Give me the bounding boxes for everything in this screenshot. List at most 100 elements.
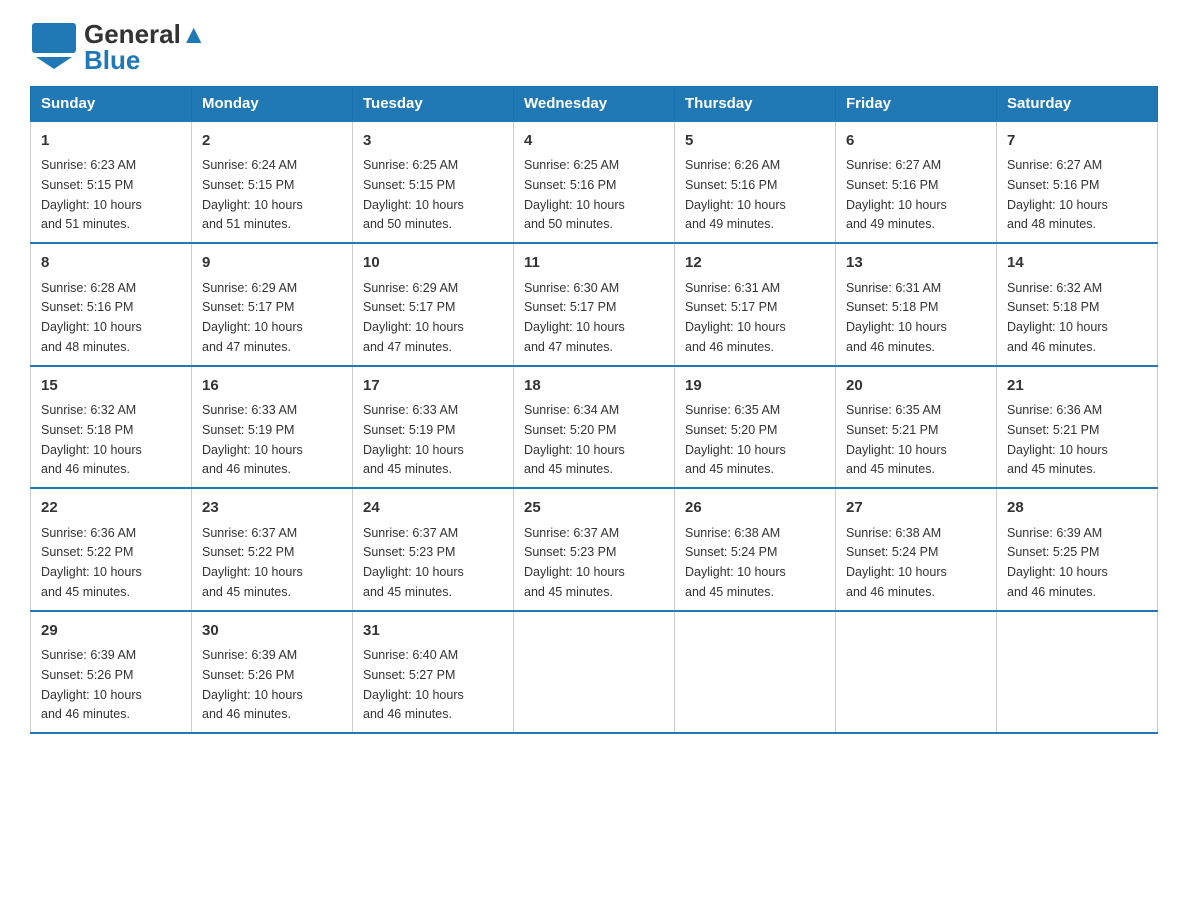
day-number: 26 (685, 497, 825, 520)
day-info: Sunrise: 6:38 AMSunset: 5:24 PMDaylight:… (846, 526, 947, 599)
calendar-body: 1 Sunrise: 6:23 AMSunset: 5:15 PMDayligh… (31, 121, 1158, 734)
logo: General▲ Blue (30, 20, 207, 76)
calendar-week-row: 1 Sunrise: 6:23 AMSunset: 5:15 PMDayligh… (31, 121, 1158, 244)
table-row: 6 Sunrise: 6:27 AMSunset: 5:16 PMDayligh… (836, 121, 997, 244)
day-number: 16 (202, 375, 342, 398)
day-number: 2 (202, 130, 342, 153)
day-number: 15 (41, 375, 181, 398)
day-info: Sunrise: 6:35 AMSunset: 5:21 PMDaylight:… (846, 403, 947, 476)
day-number: 10 (363, 252, 503, 275)
day-info: Sunrise: 6:29 AMSunset: 5:17 PMDaylight:… (202, 281, 303, 354)
day-info: Sunrise: 6:39 AMSunset: 5:25 PMDaylight:… (1007, 526, 1108, 599)
table-row: 5 Sunrise: 6:26 AMSunset: 5:16 PMDayligh… (675, 121, 836, 244)
table-row: 30 Sunrise: 6:39 AMSunset: 5:26 PMDaylig… (192, 611, 353, 734)
day-info: Sunrise: 6:35 AMSunset: 5:20 PMDaylight:… (685, 403, 786, 476)
table-row: 8 Sunrise: 6:28 AMSunset: 5:16 PMDayligh… (31, 243, 192, 366)
day-number: 12 (685, 252, 825, 275)
day-number: 21 (1007, 375, 1147, 398)
table-row: 1 Sunrise: 6:23 AMSunset: 5:15 PMDayligh… (31, 121, 192, 244)
day-number: 20 (846, 375, 986, 398)
table-row: 13 Sunrise: 6:31 AMSunset: 5:18 PMDaylig… (836, 243, 997, 366)
day-number: 9 (202, 252, 342, 275)
day-number: 3 (363, 130, 503, 153)
day-info: Sunrise: 6:24 AMSunset: 5:15 PMDaylight:… (202, 158, 303, 231)
day-number: 19 (685, 375, 825, 398)
day-info: Sunrise: 6:23 AMSunset: 5:15 PMDaylight:… (41, 158, 142, 231)
day-number: 31 (363, 620, 503, 643)
day-number: 25 (524, 497, 664, 520)
table-row: 24 Sunrise: 6:37 AMSunset: 5:23 PMDaylig… (353, 488, 514, 611)
table-row: 4 Sunrise: 6:25 AMSunset: 5:16 PMDayligh… (514, 121, 675, 244)
header-tuesday: Tuesday (353, 86, 514, 121)
day-number: 4 (524, 130, 664, 153)
calendar-table: Sunday Monday Tuesday Wednesday Thursday… (30, 86, 1158, 735)
table-row (997, 611, 1158, 734)
day-number: 22 (41, 497, 181, 520)
calendar-week-row: 15 Sunrise: 6:32 AMSunset: 5:18 PMDaylig… (31, 366, 1158, 489)
logo-icon (30, 21, 78, 74)
day-info: Sunrise: 6:34 AMSunset: 5:20 PMDaylight:… (524, 403, 625, 476)
table-row: 21 Sunrise: 6:36 AMSunset: 5:21 PMDaylig… (997, 366, 1158, 489)
day-info: Sunrise: 6:39 AMSunset: 5:26 PMDaylight:… (202, 648, 303, 721)
day-number: 11 (524, 252, 664, 275)
weekday-header-row: Sunday Monday Tuesday Wednesday Thursday… (31, 86, 1158, 121)
day-number: 13 (846, 252, 986, 275)
table-row: 31 Sunrise: 6:40 AMSunset: 5:27 PMDaylig… (353, 611, 514, 734)
table-row (675, 611, 836, 734)
day-info: Sunrise: 6:32 AMSunset: 5:18 PMDaylight:… (1007, 281, 1108, 354)
day-info: Sunrise: 6:38 AMSunset: 5:24 PMDaylight:… (685, 526, 786, 599)
table-row: 11 Sunrise: 6:30 AMSunset: 5:17 PMDaylig… (514, 243, 675, 366)
page-header: General▲ Blue (30, 20, 1158, 76)
day-info: Sunrise: 6:33 AMSunset: 5:19 PMDaylight:… (202, 403, 303, 476)
day-info: Sunrise: 6:30 AMSunset: 5:17 PMDaylight:… (524, 281, 625, 354)
day-number: 23 (202, 497, 342, 520)
table-row: 25 Sunrise: 6:37 AMSunset: 5:23 PMDaylig… (514, 488, 675, 611)
table-row: 10 Sunrise: 6:29 AMSunset: 5:17 PMDaylig… (353, 243, 514, 366)
table-row: 22 Sunrise: 6:36 AMSunset: 5:22 PMDaylig… (31, 488, 192, 611)
table-row: 7 Sunrise: 6:27 AMSunset: 5:16 PMDayligh… (997, 121, 1158, 244)
header-friday: Friday (836, 86, 997, 121)
day-info: Sunrise: 6:39 AMSunset: 5:26 PMDaylight:… (41, 648, 142, 721)
day-number: 6 (846, 130, 986, 153)
day-info: Sunrise: 6:29 AMSunset: 5:17 PMDaylight:… (363, 281, 464, 354)
day-info: Sunrise: 6:32 AMSunset: 5:18 PMDaylight:… (41, 403, 142, 476)
day-info: Sunrise: 6:37 AMSunset: 5:23 PMDaylight:… (363, 526, 464, 599)
day-number: 24 (363, 497, 503, 520)
day-info: Sunrise: 6:25 AMSunset: 5:15 PMDaylight:… (363, 158, 464, 231)
day-info: Sunrise: 6:26 AMSunset: 5:16 PMDaylight:… (685, 158, 786, 231)
table-row: 18 Sunrise: 6:34 AMSunset: 5:20 PMDaylig… (514, 366, 675, 489)
table-row: 23 Sunrise: 6:37 AMSunset: 5:22 PMDaylig… (192, 488, 353, 611)
day-number: 27 (846, 497, 986, 520)
table-row: 20 Sunrise: 6:35 AMSunset: 5:21 PMDaylig… (836, 366, 997, 489)
calendar-week-row: 8 Sunrise: 6:28 AMSunset: 5:16 PMDayligh… (31, 243, 1158, 366)
table-row: 28 Sunrise: 6:39 AMSunset: 5:25 PMDaylig… (997, 488, 1158, 611)
day-info: Sunrise: 6:37 AMSunset: 5:23 PMDaylight:… (524, 526, 625, 599)
day-info: Sunrise: 6:33 AMSunset: 5:19 PMDaylight:… (363, 403, 464, 476)
day-number: 1 (41, 130, 181, 153)
day-number: 18 (524, 375, 664, 398)
day-info: Sunrise: 6:28 AMSunset: 5:16 PMDaylight:… (41, 281, 142, 354)
header-thursday: Thursday (675, 86, 836, 121)
table-row: 14 Sunrise: 6:32 AMSunset: 5:18 PMDaylig… (997, 243, 1158, 366)
day-info: Sunrise: 6:25 AMSunset: 5:16 PMDaylight:… (524, 158, 625, 231)
day-number: 5 (685, 130, 825, 153)
table-row: 19 Sunrise: 6:35 AMSunset: 5:20 PMDaylig… (675, 366, 836, 489)
day-number: 17 (363, 375, 503, 398)
day-number: 30 (202, 620, 342, 643)
day-info: Sunrise: 6:37 AMSunset: 5:22 PMDaylight:… (202, 526, 303, 599)
day-info: Sunrise: 6:31 AMSunset: 5:18 PMDaylight:… (846, 281, 947, 354)
table-row: 29 Sunrise: 6:39 AMSunset: 5:26 PMDaylig… (31, 611, 192, 734)
day-number: 28 (1007, 497, 1147, 520)
day-info: Sunrise: 6:36 AMSunset: 5:21 PMDaylight:… (1007, 403, 1108, 476)
table-row: 16 Sunrise: 6:33 AMSunset: 5:19 PMDaylig… (192, 366, 353, 489)
table-row (836, 611, 997, 734)
table-row: 26 Sunrise: 6:38 AMSunset: 5:24 PMDaylig… (675, 488, 836, 611)
header-wednesday: Wednesday (514, 86, 675, 121)
table-row: 9 Sunrise: 6:29 AMSunset: 5:17 PMDayligh… (192, 243, 353, 366)
day-number: 14 (1007, 252, 1147, 275)
calendar-week-row: 22 Sunrise: 6:36 AMSunset: 5:22 PMDaylig… (31, 488, 1158, 611)
header-monday: Monday (192, 86, 353, 121)
table-row (514, 611, 675, 734)
table-row: 2 Sunrise: 6:24 AMSunset: 5:15 PMDayligh… (192, 121, 353, 244)
table-row: 15 Sunrise: 6:32 AMSunset: 5:18 PMDaylig… (31, 366, 192, 489)
